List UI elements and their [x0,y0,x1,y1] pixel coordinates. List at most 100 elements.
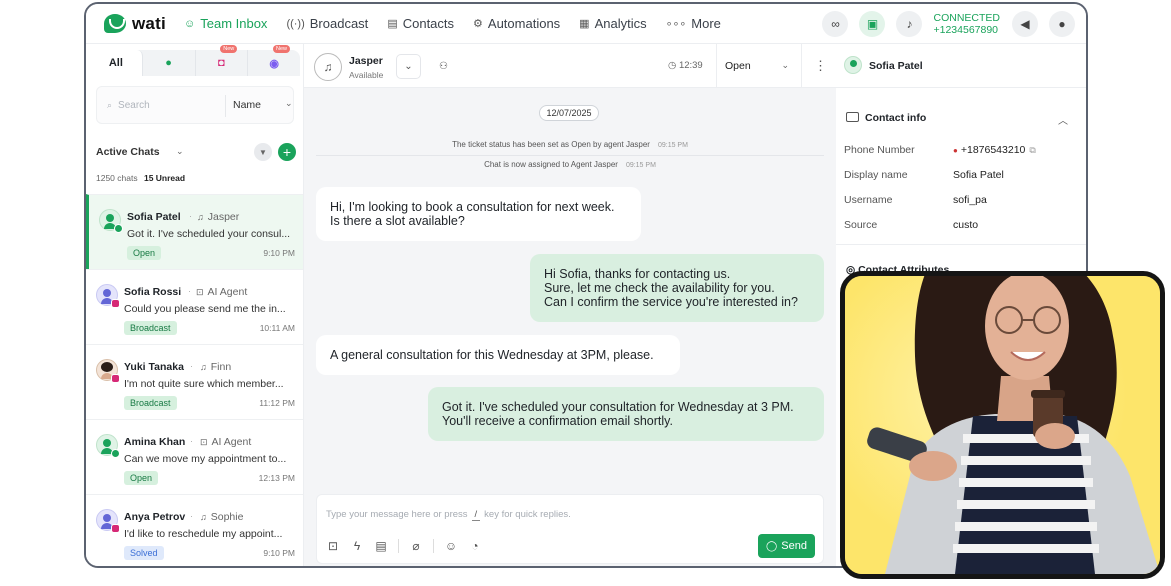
chat-time: 9:10 PM [263,248,295,258]
sort-select[interactable]: Name [233,99,261,111]
instagram-icon: ◘ [218,57,225,69]
chat-agent: ⊡ AI Agent [200,436,252,448]
chat-item[interactable]: Sofia Rossi · ⊡ AI Agent Could you please… [86,269,303,344]
agent-status: Available [349,70,384,80]
robot-icon: ⊡ [200,437,208,447]
add-chat-button[interactable]: + [278,143,296,161]
status-badge: Broadcast [124,321,177,335]
send-button[interactable]: ◯ Send [758,534,815,558]
phone-value: ● +1876543210 ⧉ [953,144,1036,156]
chat-time: 10:11 AM [259,323,295,333]
bell-icon[interactable]: ♪ [896,11,923,37]
nav-team-inbox[interactable]: ☺ Team Inbox [184,16,267,31]
chat-agent: ⊡ AI Agent [196,286,248,298]
nav-analytics[interactable]: ▦ Analytics [579,16,646,31]
status-badge: Broadcast [124,396,177,410]
attachment-icon[interactable]: ⌀ [409,539,423,553]
assign-users-button[interactable]: ⚇ [431,54,456,79]
status-badge: Solved [124,546,164,560]
wati-logo-icon [104,14,126,33]
tab-instagram[interactable]: ◘ New [196,45,249,76]
separator: · [190,361,193,371]
robot-icon: ⊡ [196,287,204,297]
calendar-icon[interactable]: ▣ [859,11,886,37]
headset-icon: ♫ [314,53,342,81]
instagram-icon [111,299,120,308]
wati-logo[interactable]: wati [104,14,184,34]
message-input[interactable]: Type your message here or press / key for … [326,509,571,521]
channel-tabs: All ● ◘ New ◉ New [90,45,300,76]
chat-agent: ♫ Finn [200,361,232,373]
display-name-value: Sofia Patel [953,169,1004,181]
message-bubble-outgoing: Hi Sofia, thanks for contacting us. Sure… [530,254,824,322]
chat-name: Amina Khan [124,436,186,448]
instagram-icon [111,374,120,383]
chevron-down-icon[interactable]: ⌄ [285,98,293,109]
agent-dropdown-button[interactable]: ⌄ [396,54,421,79]
nav-automations[interactable]: ⚙ Automations [473,16,560,31]
chat-preview: Got it. I've scheduled your consul... [127,228,291,240]
separator: · [189,211,192,221]
chevron-down-icon[interactable]: ⌄ [176,146,184,157]
avatar [96,434,120,458]
status-select[interactable]: Open ⌄ [716,44,802,88]
field-label: Username [844,194,893,206]
chat-name: Sofia Patel [127,211,181,223]
tab-messenger[interactable]: ◉ New [248,45,300,76]
headset-icon: ♫ [197,212,204,222]
chat-preview: I'm not quite sure which member... [124,378,284,390]
megaphone-icon[interactable]: ◀ [1012,11,1038,37]
message-bubble-incoming: Hi, I'm looking to book a consultation f… [316,187,641,241]
divider [398,539,399,553]
contact-header: Sofia Patel [836,44,1086,88]
copy-icon[interactable]: ⧉ [1029,145,1035,155]
chevron-down-icon: ⌄ [404,61,413,72]
template-icon[interactable]: ▤ [374,539,388,553]
chat-preview: Can we move my appointment to... [124,453,287,465]
avatar [96,359,120,383]
nav-contacts[interactable]: ▤ Contacts [387,16,454,31]
nav-right-group: ∞ ▣ ♪ CONNECTED +1234567890 ◀ ● [822,4,1086,44]
nav-more[interactable]: ∘∘∘ More [666,16,721,31]
user-avatar-icon[interactable]: ● [1049,11,1075,37]
automations-icon: ⚙ [473,18,483,30]
date-divider: 12/07/2025 [539,105,599,121]
woman-illustration [867,276,1160,574]
chevron-up-icon[interactable]: ︿ [1058,112,1068,127]
nav-broadcast[interactable]: ((·)) Broadcast [286,16,368,31]
emoji-icon[interactable]: ☺ [444,539,458,553]
search-box[interactable]: ⌕ Search Name ⌄ [96,86,294,124]
search-input[interactable]: Search [118,100,150,111]
more-options-icon[interactable]: ⋮ [814,58,827,74]
status-badge: Open [127,246,162,260]
field-label: Phone Number [844,144,915,156]
chat-time: 12:13 PM [258,473,295,483]
chat-item[interactable]: Yuki Tanaka · ♫ Finn I'm not quite sure w… [86,344,303,419]
chat-name: Anya Petrov [124,511,186,523]
tab-whatsapp[interactable]: ● [143,50,196,76]
contact-info-section[interactable]: Contact info [846,112,926,124]
chat-name: Sofia Rossi [124,286,182,298]
field-label: Source [844,219,878,231]
chat-item[interactable]: Sofia Patel · ♫ Jasper Got it. I've sched… [86,194,303,269]
lightning-icon[interactable]: ϟ [350,539,364,553]
separator: · [188,286,191,296]
avatar [96,284,120,308]
users-icon: ⚇ [439,61,448,72]
filter-icon[interactable]: ▼ [254,143,272,161]
tab-all[interactable]: All [90,50,143,76]
messenger-icon: ◉ [269,57,279,70]
divider [433,539,434,553]
divider [225,95,226,117]
active-chats-header[interactable]: Active Chats [96,146,160,158]
avatar [96,509,120,533]
bot-icon[interactable]: ⊡ [326,539,340,553]
chat-item[interactable]: Anya Petrov · ♫ Sophie I'd like to resche… [86,494,303,566]
divider [316,155,824,156]
sticker-icon[interactable]: ◔ [468,539,482,553]
separator: · [190,436,193,446]
meta-icon[interactable]: ∞ [822,11,849,37]
contact-name: Sofia Patel [869,60,923,72]
chat-item[interactable]: Amina Khan · ⊡ AI Agent Can we move my ap… [86,419,303,494]
message-composer[interactable]: Type your message here or press / key for … [316,494,824,564]
